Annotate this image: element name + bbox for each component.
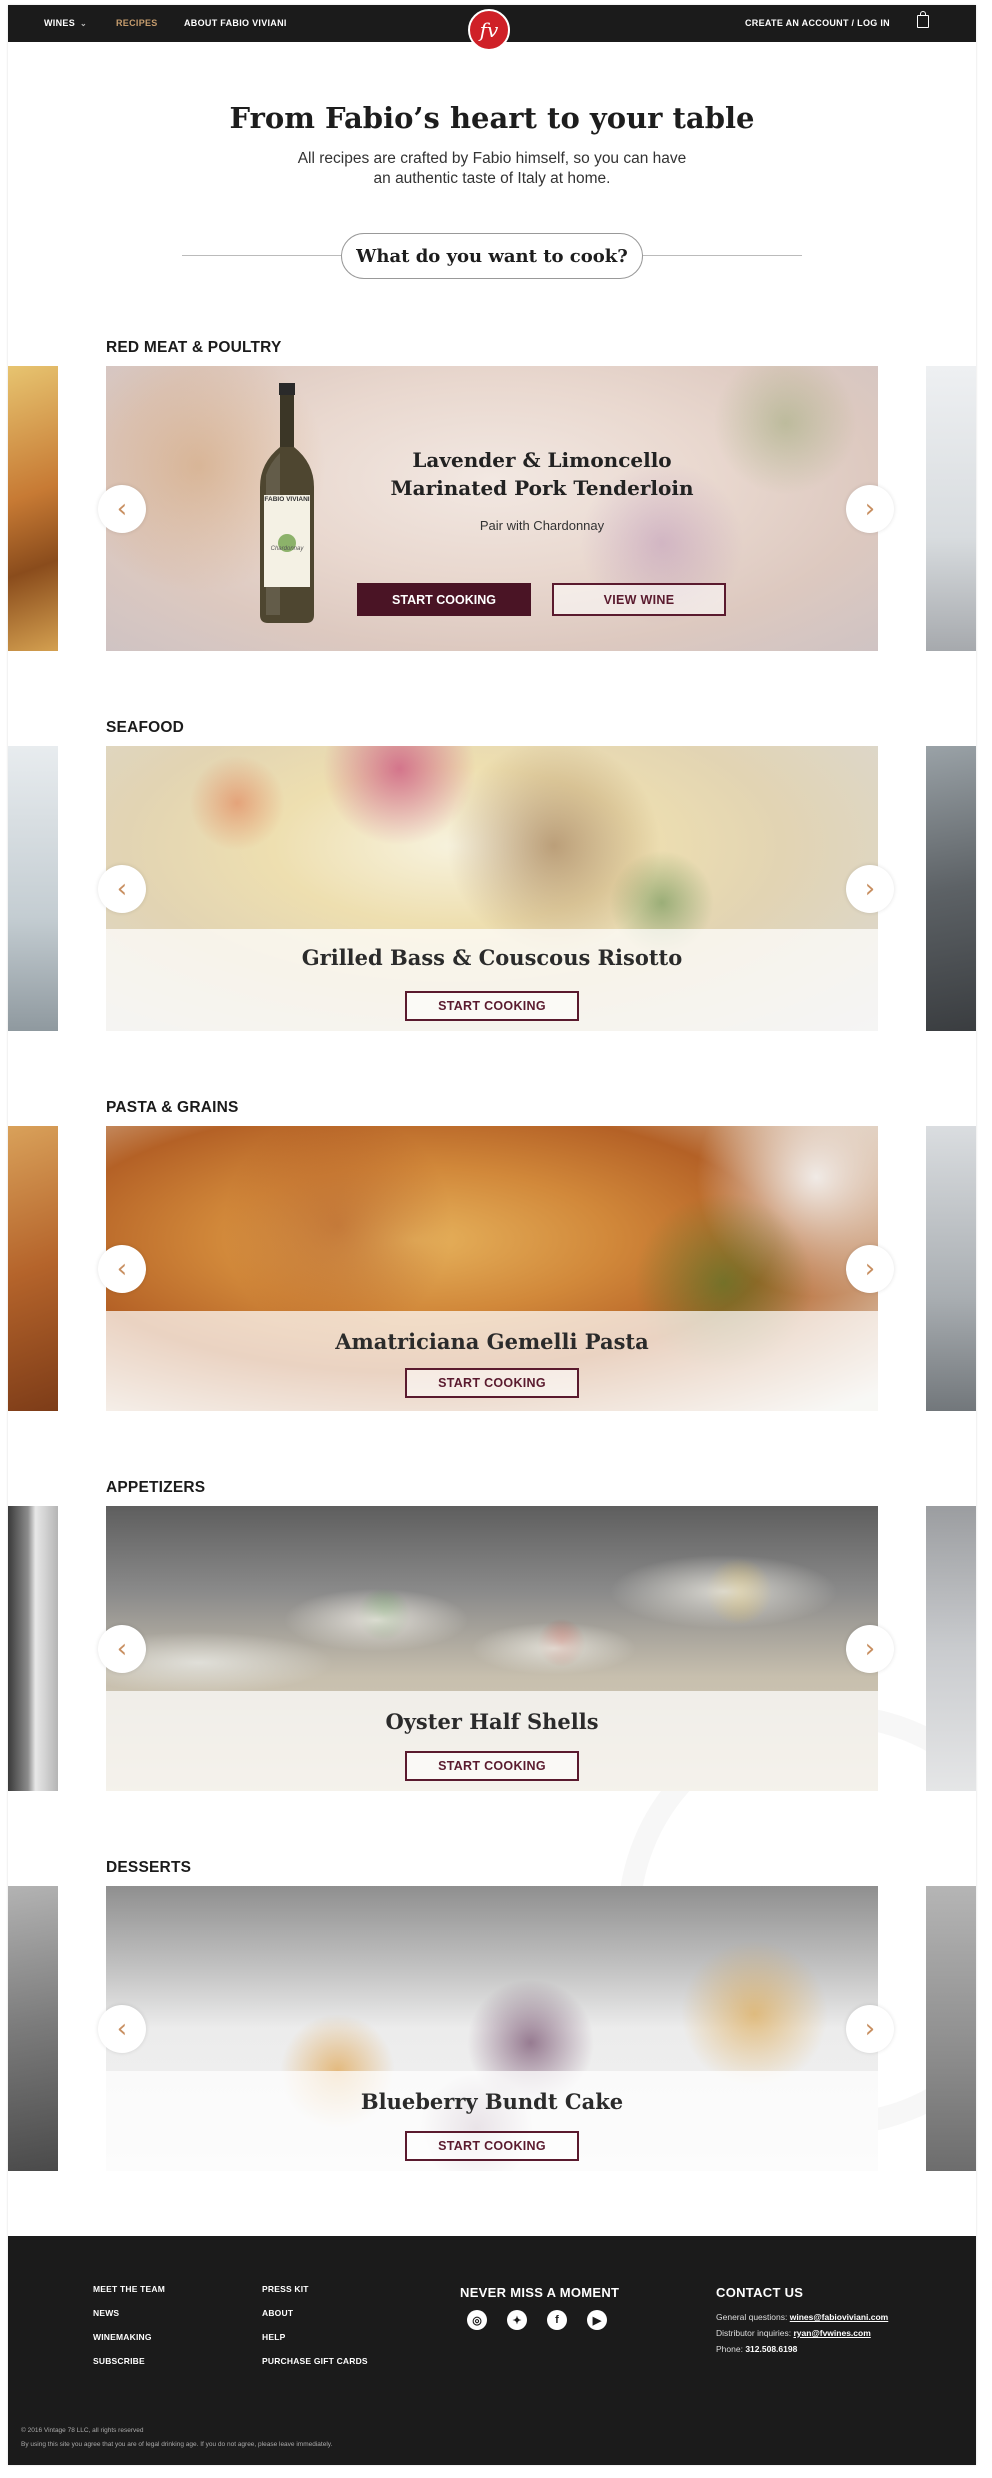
category-title-desserts: DESSERTS (106, 1859, 192, 1876)
carousel-next-arrow-icon[interactable]: › (846, 1625, 894, 1673)
prev-slide-peek (8, 366, 58, 651)
category-title-pasta: PASTA & GRAINS (106, 1099, 239, 1116)
instagram-icon[interactable]: ◎ (467, 2310, 487, 2330)
carousel-prev-arrow-icon[interactable]: ‹ (98, 865, 146, 913)
page-subtitle: All recipes are crafted by Fabio himself… (297, 150, 687, 187)
footer-link-winemaking[interactable]: WINEMAKING (93, 2332, 152, 2342)
distributor-email-link[interactable]: ryan@fvwines.com (794, 2328, 871, 2338)
carousel-next-arrow-icon[interactable]: › (846, 865, 894, 913)
recipe-slide-oysters: Oyster Half Shells START COOKING (106, 1506, 878, 1791)
next-slide-peek (926, 1506, 976, 1791)
copyright-text: © 2016 Vintage 78 LLC, all rights reserv… (21, 2427, 144, 2434)
page-title: From Fabio’s heart to your table (229, 101, 755, 135)
legal-disclaimer: By using this site you agree that you ar… (21, 2441, 333, 2448)
next-slide-peek (926, 746, 976, 1031)
prev-slide-peek (8, 746, 58, 1031)
phone-number: 312.508.6198 (745, 2344, 798, 2354)
bottle-variety-label: Chardonnay (270, 546, 304, 552)
nav-about[interactable]: ABOUT FABIO VIVIANI (184, 18, 287, 28)
prev-slide-peek (8, 1886, 58, 2171)
carousel-next-arrow-icon[interactable]: › (846, 2005, 894, 2053)
contact-phone-label: Phone: (716, 2344, 743, 2354)
nav-wines[interactable]: WINES ⌄ (44, 18, 87, 28)
footer-link-news[interactable]: NEWS (93, 2308, 119, 2318)
footer-link-about[interactable]: ABOUT (262, 2308, 293, 2318)
next-slide-peek (926, 1886, 976, 2171)
chevron-down-icon: ⌄ (80, 19, 88, 28)
carousel-next-arrow-icon[interactable]: › (846, 1245, 894, 1293)
logo-text: fv (479, 18, 499, 42)
account-login-link[interactable]: CREATE AN ACCOUNT / LOG IN (745, 18, 890, 28)
nav-recipes[interactable]: RECIPES (116, 18, 158, 28)
footer-link-help[interactable]: HELP (262, 2332, 285, 2342)
facebook-icon[interactable]: f (547, 2310, 567, 2330)
twitter-icon[interactable]: ✦ (507, 2310, 527, 2330)
carousel-next-arrow-icon[interactable]: › (846, 485, 894, 533)
view-wine-button[interactable]: VIEW WINE (552, 583, 726, 616)
social-heading: NEVER MISS A MOMENT (460, 2285, 620, 2300)
contact-heading: CONTACT US (716, 2285, 804, 2300)
recipe-slide-bundt: Blueberry Bundt Cake START COOKING (106, 1886, 878, 2171)
brand-logo[interactable]: fv (468, 9, 510, 51)
start-cooking-button[interactable]: START COOKING (405, 1368, 579, 1398)
carousel-prev-arrow-icon[interactable]: ‹ (98, 2005, 146, 2053)
footer-link-team[interactable]: MEET THE TEAM (93, 2284, 165, 2294)
divider-line-left (182, 255, 342, 256)
recipe-title-pasta: Amatriciana Gemelli Pasta (335, 1329, 649, 1354)
category-title-appetizers: APPETIZERS (106, 1479, 206, 1496)
contact-distributor: Distributor inquiries: ryan@fvwines.com (716, 2328, 871, 2338)
start-cooking-button[interactable]: START COOKING (405, 2131, 579, 2161)
recipe-title-pork: Lavender & Limoncello Marinated Pork Ten… (390, 448, 694, 500)
wine-pairing-text: Pair with Chardonnay (479, 518, 605, 533)
prev-slide-peek (8, 1506, 58, 1791)
recipe-slide-pork: FABIO VIVIANI Chardonnay Lavender & Limo… (106, 366, 878, 651)
shopping-bag-icon[interactable] (917, 11, 929, 28)
next-slide-peek (926, 1126, 976, 1411)
wine-bottle-image (260, 383, 314, 623)
category-title-red-meat: RED MEAT & POULTRY (106, 339, 282, 356)
recipe-slide-bass: Grilled Bass & Couscous Risotto START CO… (106, 746, 878, 1031)
recipe-title-bass: Grilled Bass & Couscous Risotto (301, 945, 683, 970)
nav-wines-label: WINES (44, 18, 76, 28)
carousel-prev-arrow-icon[interactable]: ‹ (98, 485, 146, 533)
footer-link-gift-cards[interactable]: PURCHASE GIFT CARDS (262, 2356, 368, 2366)
carousel-prev-arrow-icon[interactable]: ‹ (98, 1625, 146, 1673)
carousel-prev-arrow-icon[interactable]: ‹ (98, 1245, 146, 1293)
recipe-slide-pasta: Amatriciana Gemelli Pasta START COOKING (106, 1126, 878, 1411)
divider-line-right (642, 255, 802, 256)
youtube-icon[interactable]: ▶ (587, 2310, 607, 2330)
contact-phone: Phone: 312.508.6198 (716, 2344, 797, 2354)
page-frame: WINES ⌄ RECIPES ABOUT FABIO VIVIANI CREAT… (8, 5, 976, 2465)
category-title-seafood: SEAFOOD (106, 719, 185, 736)
site-footer: MEET THE TEAM NEWS WINEMAKING SUBSCRIBE … (8, 2236, 976, 2465)
bottle-brand-label: FABIO VIVIANI (264, 496, 310, 503)
recipe-title-bundt: Blueberry Bundt Cake (360, 2089, 624, 2114)
general-email-link[interactable]: wines@fabioviviani.com (790, 2312, 889, 2322)
next-slide-peek (926, 366, 976, 651)
footer-link-subscribe[interactable]: SUBSCRIBE (93, 2356, 145, 2366)
start-cooking-button[interactable]: START COOKING (405, 1751, 579, 1781)
contact-general: General questions: wines@fabioviviani.co… (716, 2312, 888, 2322)
contact-general-label: General questions: (716, 2312, 788, 2322)
start-cooking-button[interactable]: START COOKING (357, 583, 531, 616)
footer-link-press[interactable]: PRESS KIT (262, 2284, 309, 2294)
start-cooking-button[interactable]: START COOKING (405, 991, 579, 1021)
recipe-search-button[interactable]: What do you want to cook? (341, 233, 643, 279)
contact-distributor-label: Distributor inquiries: (716, 2328, 792, 2338)
recipe-title-oysters: Oyster Half Shells (385, 1709, 599, 1734)
prev-slide-peek (8, 1126, 58, 1411)
